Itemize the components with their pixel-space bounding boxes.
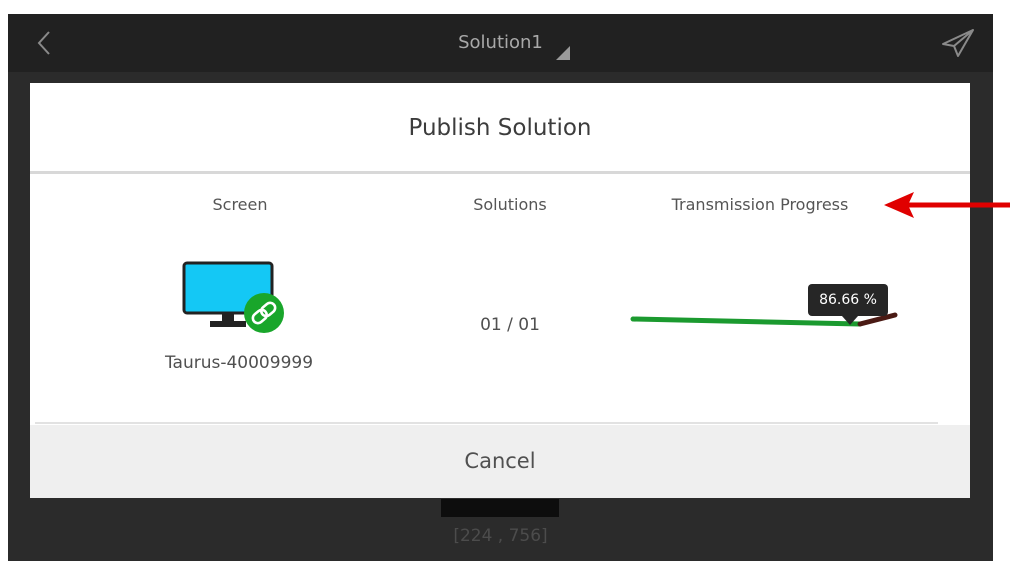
- solutions-count: 01 / 01: [480, 315, 540, 335]
- content-divider: [35, 422, 938, 424]
- annotation-arrow-icon: [884, 192, 1010, 218]
- coordinates-readout: [224 , 756]: [453, 526, 548, 546]
- linked-monitor-icon: [182, 261, 284, 333]
- tooltip-pointer: [842, 316, 858, 325]
- solution-title[interactable]: Solution1: [8, 14, 993, 72]
- column-header-progress: Transmission Progress: [671, 195, 849, 214]
- dropdown-corner-icon[interactable]: [556, 46, 570, 60]
- top-bar: Solution1: [8, 14, 993, 72]
- column-header-solutions: Solutions: [473, 195, 547, 214]
- background-element: [441, 499, 559, 517]
- dialog-title: Publish Solution: [408, 115, 592, 141]
- progress-tooltip: 86.66 %: [808, 284, 888, 316]
- column-header-screen: Screen: [212, 195, 268, 214]
- publish-solution-dialog: Publish Solution Screen Solutions Transm…: [30, 83, 970, 498]
- screen-name: Taurus-40009999: [164, 353, 314, 373]
- send-icon[interactable]: [940, 28, 976, 58]
- cancel-button[interactable]: Cancel: [30, 425, 970, 498]
- title-divider: [30, 171, 970, 174]
